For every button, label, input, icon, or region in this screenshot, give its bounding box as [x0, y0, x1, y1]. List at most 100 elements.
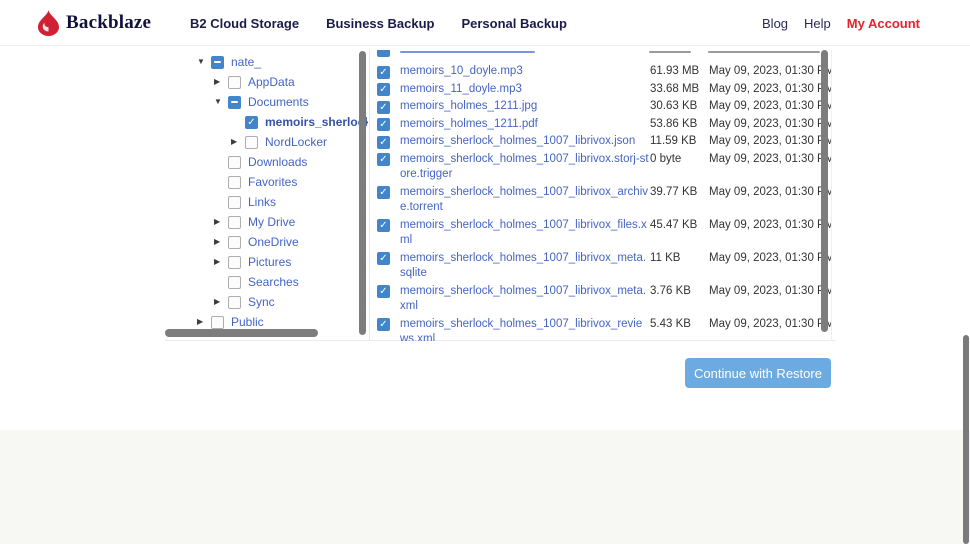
expander-collapsed-icon[interactable]: ▶ [197, 312, 211, 329]
checkbox-checked-icon[interactable]: ✓ [377, 252, 390, 265]
checkbox-checked-icon[interactable]: ✓ [377, 101, 390, 114]
checkbox-checked-icon[interactable]: ✓ [377, 219, 390, 232]
header: Backblaze B2 Cloud Storage Business Backu… [0, 0, 970, 46]
checkbox-checked-icon[interactable]: ✓ [377, 118, 390, 131]
file-list-panel: ✓memoirs_10_doyle.mp361.93 MBMay 09, 202… [369, 50, 832, 341]
file-row: ✓ memoirs_sherlock_holmes_1007_librivox_m… [377, 250, 831, 283]
tree-item-appdata[interactable]: ▶AppData [165, 72, 368, 92]
file-date: May 09, 2023, 01:30 PM [709, 218, 832, 234]
checkbox-empty-icon[interactable] [228, 76, 241, 89]
file-list-vertical-scrollbar[interactable] [821, 50, 828, 332]
clipped-date-fragment [708, 51, 820, 53]
tree-vertical-scrollbar[interactable] [359, 51, 366, 335]
expander-collapsed-icon[interactable]: ▶ [214, 72, 228, 92]
file-name: memoirs_sherlock_holmes_1007_librivox_fi… [400, 218, 650, 249]
tree-item-nordlocker[interactable]: ▶NordLocker [165, 132, 368, 152]
checkbox-indeterminate-icon[interactable] [211, 56, 224, 69]
file-row: ✓ memoirs_sherlock_holmes_1007_librivox_a… [377, 184, 831, 217]
tree-item-label: Searches [248, 275, 299, 289]
clipped-row [377, 50, 831, 63]
clipped-text-fragment [400, 51, 535, 53]
tree-item-downloads[interactable]: Downloads [165, 152, 368, 172]
checkbox-checked-icon[interactable]: ✓ [377, 153, 390, 166]
checkbox-empty-icon[interactable] [228, 276, 241, 289]
checkbox-checked-icon[interactable]: ✓ [377, 83, 390, 96]
tree-item-documents[interactable]: ▼ Documents [165, 92, 368, 112]
tree-item-my-drive[interactable]: ▶My Drive [165, 212, 368, 232]
file-size: 11.59 KB [650, 134, 709, 150]
file-size: 30.63 KB [650, 99, 709, 115]
file-name: memoirs_sherlock_holmes_1007_librivox.st… [400, 152, 650, 183]
checkbox-empty-icon[interactable] [228, 256, 241, 269]
file-name: memoirs_sherlock_holmes_1007_librivox_me… [400, 251, 650, 282]
link-help[interactable]: Help [804, 16, 831, 31]
minus-icon [214, 61, 221, 63]
tree-item-sync[interactable]: ▶Sync [165, 292, 368, 312]
tree-item-label: Favorites [248, 175, 297, 189]
checkbox-empty-icon[interactable] [228, 156, 241, 169]
file-date: May 09, 2023, 01:30 PM [709, 117, 832, 133]
file-date: May 09, 2023, 01:30 PM [709, 284, 832, 300]
nav-link-personal-backup[interactable]: Personal Backup [461, 16, 567, 31]
checkbox-checked-icon[interactable]: ✓ [377, 318, 390, 331]
checkbox-checked-icon[interactable]: ✓ [377, 66, 390, 79]
checkbox-empty-icon[interactable] [228, 236, 241, 249]
page-vscrollbar [963, 0, 970, 544]
tree-horizontal-scrollbar[interactable] [165, 329, 318, 337]
checkbox-checked-icon[interactable]: ✓ [377, 285, 390, 298]
brand-text: Backblaze [66, 12, 151, 34]
tree-item-pictures[interactable]: ▶Pictures [165, 252, 368, 272]
tree-item-label: Links [248, 195, 276, 209]
checkbox-indeterminate-icon[interactable] [228, 96, 241, 109]
main-nav: B2 Cloud Storage Business Backup Personal … [190, 0, 567, 46]
backblaze-restore-page: Backblaze B2 Cloud Storage Business Backu… [0, 0, 970, 544]
file-rows: ✓memoirs_10_doyle.mp361.93 MBMay 09, 202… [377, 63, 831, 341]
tree-item-searches[interactable]: Searches [165, 272, 368, 292]
checkbox-empty-icon[interactable] [228, 196, 241, 209]
checkbox-checked-icon[interactable]: ✓ [377, 186, 390, 199]
expander-collapsed-icon[interactable]: ▶ [214, 232, 228, 252]
file-size: 33.68 MB [650, 82, 709, 98]
expander-collapsed-icon[interactable]: ▶ [214, 252, 228, 272]
file-size: 3.76 KB [650, 284, 709, 300]
tree-item-label: OneDrive [248, 235, 299, 249]
file-row: ✓memoirs_10_doyle.mp361.93 MBMay 09, 202… [377, 63, 831, 81]
checkbox-empty-icon[interactable] [211, 316, 224, 329]
tree-item-links[interactable]: Links [165, 192, 368, 212]
tree-item-nate[interactable]: ▼nate_ [165, 52, 368, 72]
brand-logo[interactable]: Backblaze [38, 10, 151, 36]
nav-link-business-backup[interactable]: Business Backup [326, 16, 434, 31]
checkbox-empty-icon[interactable] [228, 216, 241, 229]
page-scroll-thumb[interactable] [963, 335, 969, 544]
tree-item-label: Downloads [248, 155, 307, 169]
clipped-size-fragment [649, 51, 691, 53]
expander-expanded-icon[interactable]: ▼ [197, 52, 211, 72]
tree-item-memoirs-sherlock-ho[interactable]: ✓memoirs_sherlock_ho [165, 112, 368, 132]
checkbox-checked-icon[interactable]: ✓ [245, 116, 258, 129]
checkbox-empty-icon[interactable] [245, 136, 258, 149]
expander-collapsed-icon[interactable]: ▶ [214, 212, 228, 232]
tree-item-favorites[interactable]: Favorites [165, 172, 368, 192]
checkbox-empty-icon[interactable] [228, 296, 241, 309]
my-account-link[interactable]: My Account [847, 16, 920, 31]
file-name: memoirs_10_doyle.mp3 [400, 64, 650, 80]
checkbox-checked-icon[interactable]: ✓ [377, 136, 390, 149]
checkbox-empty-icon[interactable] [228, 176, 241, 189]
file-name: memoirs_holmes_1211.jpg [400, 99, 650, 115]
tree-item-public[interactable]: ▶Public [165, 312, 368, 329]
expander-expanded-icon[interactable]: ▼ [214, 92, 228, 112]
expander-collapsed-icon[interactable]: ▶ [231, 132, 245, 152]
file-row: ✓ memoirs_holmes_1211.jpg30.63 KBMay 09, … [377, 98, 831, 116]
tree-item-onedrive[interactable]: ▶ OneDrive [165, 232, 368, 252]
continue-with-restore-button[interactable]: Continue with Restore [685, 358, 831, 388]
file-name: memoirs_11_doyle.mp3 [400, 82, 650, 98]
file-row: ✓memoirs_sherlock_holmes_1007_librivox.j… [377, 133, 831, 151]
file-row: ✓memoirs_sherlock_holmes_1007_librivox_r… [377, 316, 831, 342]
tree-item-label: Documents [248, 95, 309, 109]
nav-link-b2-cloud-storage[interactable]: B2 Cloud Storage [190, 16, 299, 31]
file-name: memoirs_sherlock_holmes_1007_librivox_ar… [400, 185, 650, 216]
file-date: May 09, 2023, 01:30 PM [709, 99, 832, 115]
link-blog[interactable]: Blog [762, 16, 788, 31]
expander-collapsed-icon[interactable]: ▶ [214, 292, 228, 312]
restore-file-browser: ▼nate_▶AppData▼Documents✓memoirs_sherloc… [165, 50, 836, 341]
